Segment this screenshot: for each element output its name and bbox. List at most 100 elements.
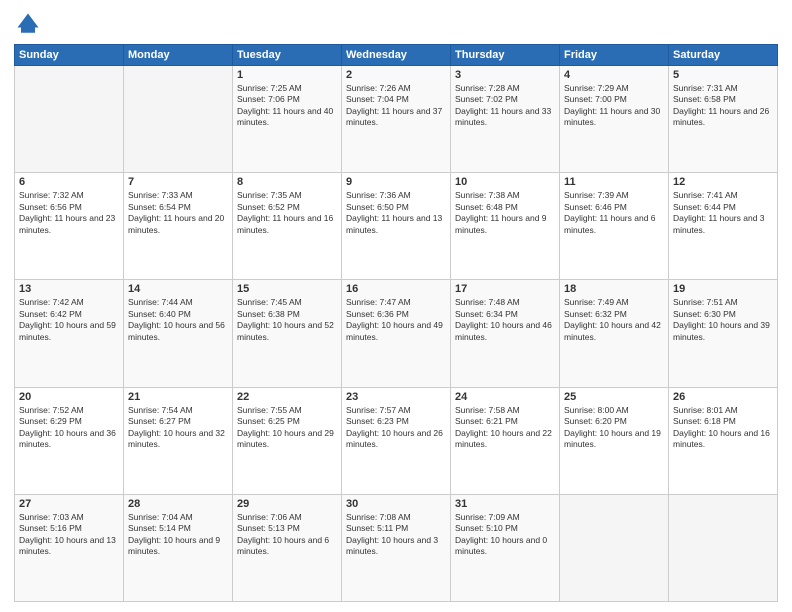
day-number: 24 (455, 391, 555, 403)
calendar-cell: 5Sunrise: 7:31 AMSunset: 6:58 PMDaylight… (669, 66, 778, 173)
cell-content: Sunrise: 7:57 AMSunset: 6:23 PMDaylight:… (346, 405, 446, 451)
cell-content: Sunrise: 7:54 AMSunset: 6:27 PMDaylight:… (128, 405, 228, 451)
calendar-cell (124, 66, 233, 173)
day-number: 23 (346, 391, 446, 403)
cell-content: Sunrise: 7:45 AMSunset: 6:38 PMDaylight:… (237, 297, 337, 343)
cell-content: Sunrise: 7:28 AMSunset: 7:02 PMDaylight:… (455, 83, 555, 129)
calendar-cell: 17 Sunrise: 7:48 AMSunset: 6:34 PMDayligh… (451, 280, 560, 387)
calendar-cell: 7 Sunrise: 7:33 AMSunset: 6:54 PMDaylight… (124, 173, 233, 280)
day-number: 12 (673, 176, 773, 188)
day-number: 14 (128, 283, 228, 295)
cell-content: Sunrise: 7:29 AMSunset: 7:00 PMDaylight:… (564, 83, 664, 129)
calendar-cell (560, 494, 669, 601)
cell-content: Sunrise: 7:09 AMSunset: 5:10 PMDaylight:… (455, 512, 555, 558)
cell-content: Sunrise: 7:35 AMSunset: 6:52 PMDaylight:… (237, 190, 337, 236)
day-number: 21 (128, 391, 228, 403)
calendar-week-3: 20 Sunrise: 7:52 AMSunset: 6:29 PMDayligh… (15, 387, 778, 494)
calendar-cell: 9Sunrise: 7:36 AMSunset: 6:50 PMDaylight… (342, 173, 451, 280)
calendar-cell: 23 Sunrise: 7:57 AMSunset: 6:23 PMDayligh… (342, 387, 451, 494)
day-number: 22 (237, 391, 337, 403)
day-number: 31 (455, 498, 555, 510)
cell-content: Sunrise: 7:58 AMSunset: 6:21 PMDaylight:… (455, 405, 555, 451)
calendar-cell: 19Sunrise: 7:51 AMSunset: 6:30 PMDayligh… (669, 280, 778, 387)
calendar-cell: 14 Sunrise: 7:44 AMSunset: 6:40 PMDayligh… (124, 280, 233, 387)
calendar-cell: 13 Sunrise: 7:42 AMSunset: 6:42 PMDayligh… (15, 280, 124, 387)
calendar-cell: 30 Sunrise: 7:08 AMSunset: 5:11 PMDayligh… (342, 494, 451, 601)
calendar-cell (669, 494, 778, 601)
day-number: 25 (564, 391, 664, 403)
day-number: 16 (346, 283, 446, 295)
day-number: 7 (128, 176, 228, 188)
day-number: 13 (19, 283, 119, 295)
cell-content: Sunrise: 7:47 AMSunset: 6:36 PMDaylight:… (346, 297, 446, 343)
weekday-header-monday: Monday (124, 45, 233, 66)
page: SundayMondayTuesdayWednesdayThursdayFrid… (0, 0, 792, 612)
calendar-cell: 26 Sunrise: 8:01 AMSunset: 6:18 PMDayligh… (669, 387, 778, 494)
day-number: 1 (237, 69, 337, 81)
calendar-week-1: 6 Sunrise: 7:32 AMSunset: 6:56 PMDaylight… (15, 173, 778, 280)
cell-content: Sunrise: 7:39 AMSunset: 6:46 PMDaylight:… (564, 190, 664, 236)
calendar-cell: 10Sunrise: 7:38 AMSunset: 6:48 PMDayligh… (451, 173, 560, 280)
cell-content: Sunrise: 7:41 AMSunset: 6:44 PMDaylight:… (673, 190, 773, 236)
cell-content: Sunrise: 8:00 AMSunset: 6:20 PMDaylight:… (564, 405, 664, 451)
calendar-header: SundayMondayTuesdayWednesdayThursdayFrid… (15, 45, 778, 66)
day-number: 18 (564, 283, 664, 295)
cell-content: Sunrise: 7:08 AMSunset: 5:11 PMDaylight:… (346, 512, 446, 558)
calendar-cell: 18 Sunrise: 7:49 AMSunset: 6:32 PMDayligh… (560, 280, 669, 387)
calendar-cell (15, 66, 124, 173)
calendar-cell: 1 Sunrise: 7:25 AMSunset: 7:06 PMDaylight… (233, 66, 342, 173)
weekday-header-wednesday: Wednesday (342, 45, 451, 66)
day-number: 26 (673, 391, 773, 403)
day-number: 19 (673, 283, 773, 295)
calendar-cell: 12 Sunrise: 7:41 AMSunset: 6:44 PMDayligh… (669, 173, 778, 280)
calendar-cell: 11 Sunrise: 7:39 AMSunset: 6:46 PMDayligh… (560, 173, 669, 280)
calendar-cell: 8 Sunrise: 7:35 AMSunset: 6:52 PMDaylight… (233, 173, 342, 280)
cell-content: Sunrise: 7:44 AMSunset: 6:40 PMDaylight:… (128, 297, 228, 343)
day-number: 11 (564, 176, 664, 188)
day-number: 3 (455, 69, 555, 81)
cell-content: Sunrise: 7:52 AMSunset: 6:29 PMDaylight:… (19, 405, 119, 451)
cell-content: Sunrise: 7:32 AMSunset: 6:56 PMDaylight:… (19, 190, 119, 236)
calendar-cell: 22Sunrise: 7:55 AMSunset: 6:25 PMDayligh… (233, 387, 342, 494)
day-number: 6 (19, 176, 119, 188)
day-number: 8 (237, 176, 337, 188)
calendar-cell: 31 Sunrise: 7:09 AMSunset: 5:10 PMDayligh… (451, 494, 560, 601)
cell-content: Sunrise: 7:36 AMSunset: 6:50 PMDaylight:… (346, 190, 446, 236)
calendar-cell: 3 Sunrise: 7:28 AMSunset: 7:02 PMDaylight… (451, 66, 560, 173)
day-number: 28 (128, 498, 228, 510)
cell-content: Sunrise: 7:49 AMSunset: 6:32 PMDaylight:… (564, 297, 664, 343)
weekday-header-row: SundayMondayTuesdayWednesdayThursdayFrid… (15, 45, 778, 66)
cell-content: Sunrise: 7:33 AMSunset: 6:54 PMDaylight:… (128, 190, 228, 236)
calendar-cell: 21 Sunrise: 7:54 AMSunset: 6:27 PMDayligh… (124, 387, 233, 494)
logo-icon (14, 10, 42, 38)
day-number: 4 (564, 69, 664, 81)
cell-content: Sunrise: 7:26 AMSunset: 7:04 PMDaylight:… (346, 83, 446, 129)
cell-content: Sunrise: 7:25 AMSunset: 7:06 PMDaylight:… (237, 83, 337, 129)
day-number: 27 (19, 498, 119, 510)
calendar-cell: 6 Sunrise: 7:32 AMSunset: 6:56 PMDaylight… (15, 173, 124, 280)
weekday-header-friday: Friday (560, 45, 669, 66)
calendar-cell: 24 Sunrise: 7:58 AMSunset: 6:21 PMDayligh… (451, 387, 560, 494)
weekday-header-thursday: Thursday (451, 45, 560, 66)
weekday-header-sunday: Sunday (15, 45, 124, 66)
cell-content: Sunrise: 7:48 AMSunset: 6:34 PMDaylight:… (455, 297, 555, 343)
day-number: 17 (455, 283, 555, 295)
calendar-cell: 20 Sunrise: 7:52 AMSunset: 6:29 PMDayligh… (15, 387, 124, 494)
calendar-week-2: 13 Sunrise: 7:42 AMSunset: 6:42 PMDayligh… (15, 280, 778, 387)
calendar-body: 1 Sunrise: 7:25 AMSunset: 7:06 PMDaylight… (15, 66, 778, 602)
cell-content: Sunrise: 7:42 AMSunset: 6:42 PMDaylight:… (19, 297, 119, 343)
day-number: 15 (237, 283, 337, 295)
calendar-cell: 4 Sunrise: 7:29 AMSunset: 7:00 PMDaylight… (560, 66, 669, 173)
day-number: 20 (19, 391, 119, 403)
cell-content: Sunrise: 8:01 AMSunset: 6:18 PMDaylight:… (673, 405, 773, 451)
logo (14, 10, 46, 38)
cell-content: Sunrise: 7:06 AMSunset: 5:13 PMDaylight:… (237, 512, 337, 558)
day-number: 30 (346, 498, 446, 510)
day-number: 10 (455, 176, 555, 188)
calendar-cell: 25 Sunrise: 8:00 AMSunset: 6:20 PMDayligh… (560, 387, 669, 494)
calendar-cell: 16 Sunrise: 7:47 AMSunset: 6:36 PMDayligh… (342, 280, 451, 387)
weekday-header-tuesday: Tuesday (233, 45, 342, 66)
day-number: 29 (237, 498, 337, 510)
calendar-table: SundayMondayTuesdayWednesdayThursdayFrid… (14, 44, 778, 602)
cell-content: Sunrise: 7:31 AMSunset: 6:58 PMDaylight:… (673, 83, 773, 129)
